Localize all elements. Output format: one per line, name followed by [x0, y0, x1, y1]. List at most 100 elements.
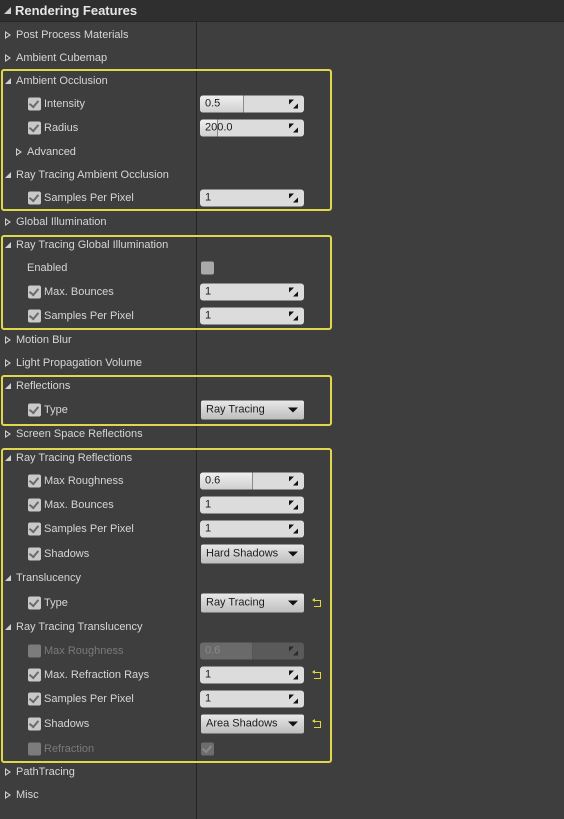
override-checkbox[interactable]	[28, 596, 41, 609]
category-label: Ray Tracing Reflections	[16, 451, 133, 464]
property-row-ao-advanced[interactable]: Advanced	[0, 140, 564, 163]
property-row-rtr-max-roughness: Max Roughness 0.6	[0, 469, 564, 492]
expanded-arrow-icon[interactable]	[5, 77, 11, 84]
value-checkbox-rtgi-enabled[interactable]	[201, 261, 214, 274]
numeric-value: 1	[205, 309, 212, 321]
dropdown-translucency-type[interactable]: Ray Tracing	[201, 593, 304, 612]
reset-to-default-icon[interactable]	[312, 597, 321, 607]
property-row-rtao-samples: Samples Per Pixel 1	[0, 186, 564, 209]
override-checkbox[interactable]	[28, 717, 41, 730]
expanded-arrow-icon[interactable]	[5, 454, 11, 461]
collapsed-arrow-icon[interactable]	[5, 790, 11, 799]
spin-arrows-icon	[289, 476, 298, 485]
collapsed-arrow-icon[interactable]	[5, 358, 11, 367]
property-row-reflections[interactable]: Reflections	[0, 374, 564, 397]
property-row-misc[interactable]: Misc	[0, 783, 564, 806]
numeric-value: 0.5	[205, 97, 221, 109]
property-label: Radius	[44, 121, 79, 134]
override-checkbox[interactable]	[28, 285, 41, 298]
spin-arrows-icon	[289, 670, 298, 679]
category-label: Motion Blur	[16, 333, 72, 346]
override-checkbox[interactable]	[28, 498, 41, 511]
override-checkbox[interactable]	[28, 692, 41, 705]
dropdown-rtt-shadows[interactable]: Area Shadows	[201, 714, 304, 733]
collapsed-arrow-icon[interactable]	[5, 217, 11, 226]
override-checkbox[interactable]	[28, 474, 41, 487]
collapsed-arrow-icon[interactable]	[16, 147, 22, 156]
property-row-rtt-refraction: Refraction	[0, 737, 564, 760]
collapsed-arrow-icon[interactable]	[5, 335, 11, 344]
rendering-features-header[interactable]: Rendering Features	[0, 0, 564, 22]
dropdown-rtr-shadows[interactable]: Hard Shadows	[201, 544, 304, 563]
spin-arrows-icon	[289, 500, 298, 509]
collapsed-arrow-icon[interactable]	[5, 767, 11, 776]
override-checkbox[interactable]	[28, 403, 41, 416]
override-checkbox[interactable]	[28, 97, 41, 110]
property-row-reflections-type: Type Ray Tracing	[0, 398, 564, 421]
property-row-post-process-materials[interactable]: Post Process Materials	[0, 23, 564, 46]
property-label: Max Roughness	[44, 644, 124, 657]
collapsed-arrow-icon[interactable]	[5, 429, 11, 438]
spin-arrows-icon	[289, 524, 298, 533]
property-label: Samples Per Pixel	[44, 309, 134, 322]
property-row-rt-ambient-occlusion[interactable]: Ray Tracing Ambient Occlusion	[0, 163, 564, 186]
numeric-value: 1	[205, 668, 212, 680]
expanded-arrow-icon[interactable]	[5, 574, 11, 581]
property-row-light-propagation-volume[interactable]: Light Propagation Volume	[0, 351, 564, 374]
numeric-value: 0.6	[205, 644, 221, 656]
numeric-input-rtt-max-refraction-rays[interactable]: 1	[200, 666, 304, 683]
numeric-input-rtao-samples[interactable]: 1	[200, 189, 304, 206]
property-row-global-illumination[interactable]: Global Illumination	[0, 210, 564, 233]
category-label: Ray Tracing Translucency	[16, 620, 143, 633]
override-checkbox[interactable]	[28, 191, 41, 204]
property-row-ambient-occlusion[interactable]: Ambient Occlusion	[0, 69, 564, 92]
collapsed-arrow-icon[interactable]	[5, 53, 11, 62]
numeric-input-rtgi-max-bounces[interactable]: 1	[200, 283, 304, 300]
override-checkbox[interactable]	[28, 668, 41, 681]
numeric-input-rtr-max-roughness[interactable]: 0.6	[200, 472, 304, 489]
property-row-motion-blur[interactable]: Motion Blur	[0, 328, 564, 351]
reset-to-default-icon[interactable]	[312, 718, 321, 728]
category-label: Ray Tracing Global Illumination	[16, 238, 169, 251]
collapsed-arrow-icon[interactable]	[5, 30, 11, 39]
property-row-path-tracing[interactable]: PathTracing	[0, 760, 564, 783]
property-row-rt-global-illumination[interactable]: Ray Tracing Global Illumination	[0, 233, 564, 256]
numeric-input-rtr-max-bounces[interactable]: 1	[200, 496, 304, 513]
override-checkbox[interactable]	[28, 121, 41, 134]
numeric-input-rtgi-samples[interactable]: 1	[200, 307, 304, 324]
category-label: Ambient Cubemap	[16, 51, 108, 64]
chevron-down-icon	[288, 600, 298, 605]
property-row-ambient-cubemap[interactable]: Ambient Cubemap	[0, 46, 564, 69]
dropdown-value: Ray Tracing	[206, 596, 265, 608]
property-row-screen-space-reflections[interactable]: Screen Space Reflections	[0, 422, 564, 445]
dropdown-reflections-type[interactable]: Ray Tracing	[201, 400, 304, 419]
numeric-input-rtt-samples[interactable]: 1	[200, 690, 304, 707]
numeric-input-ao-intensity[interactable]: 0.5	[200, 95, 304, 112]
property-label: Enabled	[27, 261, 68, 274]
numeric-input-ao-radius[interactable]: 200.0	[200, 119, 304, 136]
property-row-rtt-max-refraction-rays: Max. Refraction Rays 1	[0, 663, 564, 686]
override-checkbox[interactable]	[28, 309, 41, 322]
override-checkbox[interactable]	[28, 522, 41, 535]
expanded-arrow-icon[interactable]	[5, 241, 11, 248]
property-label: Samples Per Pixel	[44, 191, 134, 204]
spin-arrows-icon	[289, 646, 298, 655]
property-label: Refraction	[44, 742, 95, 755]
category-label: Post Process Materials	[16, 28, 129, 41]
property-row-translucency[interactable]: Translucency	[0, 566, 564, 589]
expanded-arrow-icon[interactable]	[5, 382, 11, 389]
numeric-value: 1	[205, 498, 212, 510]
property-row-rt-reflections[interactable]: Ray Tracing Reflections	[0, 446, 564, 469]
value-checkbox-rtt-refraction	[201, 742, 214, 755]
property-row-rtr-shadows: Shadows Hard Shadows	[0, 542, 564, 565]
category-label: Light Propagation Volume	[16, 356, 142, 369]
category-label: Translucency	[16, 571, 82, 584]
numeric-input-rtt-max-roughness: 0.6	[200, 642, 304, 659]
numeric-input-rtr-samples[interactable]: 1	[200, 520, 304, 537]
override-checkbox[interactable]	[28, 547, 41, 560]
expanded-arrow-icon[interactable]	[5, 171, 11, 178]
property-label: Max. Bounces	[44, 498, 114, 511]
reset-to-default-icon[interactable]	[312, 669, 321, 679]
property-row-rt-translucency[interactable]: Ray Tracing Translucency	[0, 615, 564, 638]
expanded-arrow-icon[interactable]	[5, 623, 11, 630]
